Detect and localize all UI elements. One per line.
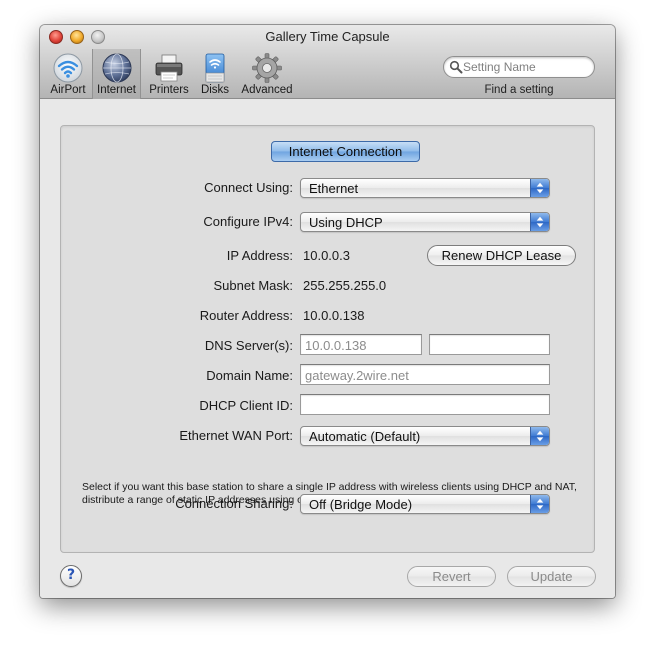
connection-sharing-value: Off (Bridge Mode) — [309, 497, 413, 512]
find-setting-caption: Find a setting — [484, 84, 554, 96]
domain-name-label: Domain Name: — [206, 368, 293, 383]
domain-name-input[interactable] — [301, 365, 549, 384]
renew-dhcp-lease-button[interactable]: Renew DHCP Lease — [427, 245, 576, 266]
connect-using-label: Connect Using: — [204, 180, 293, 195]
toolbar-item-disks[interactable]: Disks — [195, 49, 235, 99]
ip-address-value: 10.0.0.3 — [303, 248, 350, 263]
dns-server-primary-input[interactable] — [301, 335, 421, 354]
toolbar-item-advanced[interactable]: Advanced — [238, 49, 296, 99]
disk-icon — [205, 53, 225, 83]
gear-icon — [252, 53, 282, 83]
content-pane: Internet Connection Connect Using: Ether… — [40, 100, 615, 598]
connection-sharing-label: Connection Sharing: — [175, 496, 293, 511]
ethernet-wan-port-popup[interactable]: Automatic (Default) — [300, 426, 550, 446]
toolbar-label-advanced: Advanced — [241, 84, 293, 96]
setting-search-box[interactable] — [443, 56, 595, 78]
dhcp-client-id-input[interactable] — [301, 395, 549, 414]
ethernet-wan-port-label: Ethernet WAN Port: — [179, 428, 293, 443]
revert-button[interactable]: Revert — [407, 566, 496, 587]
airport-wifi-icon — [53, 53, 83, 83]
popup-arrows-icon — [530, 495, 549, 513]
toolbar-label-printers: Printers — [149, 84, 189, 96]
tab-internet-connection[interactable]: Internet Connection — [271, 141, 420, 162]
printer-icon — [155, 54, 183, 82]
ethernet-wan-port-value: Automatic (Default) — [309, 429, 421, 444]
toolbar-label-airport: AirPort — [50, 84, 86, 96]
connect-using-popup[interactable]: Ethernet — [300, 178, 550, 198]
setting-search-input[interactable] — [463, 59, 588, 75]
window-title: Gallery Time Capsule — [265, 29, 390, 44]
router-address-label: Router Address: — [199, 308, 293, 323]
configure-ipv4-label: Configure IPv4: — [203, 214, 293, 229]
preferences-window: Gallery Time Capsule AirPort Internet Pr… — [40, 25, 615, 598]
dns-servers-label: DNS Server(s): — [204, 338, 293, 353]
toolbar-item-airport[interactable]: AirPort — [45, 49, 91, 99]
update-button[interactable]: Update — [507, 566, 596, 587]
subnet-mask-value: 255.255.255.0 — [303, 278, 387, 293]
titlebar: Gallery Time Capsule AirPort Internet Pr… — [40, 25, 615, 99]
router-address-value: 10.0.0.138 — [303, 308, 365, 323]
internet-settings-group: Internet Connection Connect Using: Ether… — [60, 125, 595, 553]
search-icon — [449, 60, 463, 74]
domain-name-field[interactable] — [300, 364, 550, 385]
toolbar-label-internet: Internet — [97, 84, 136, 96]
dhcp-client-id-label: DHCP Client ID: — [199, 398, 293, 413]
toolbar-item-internet[interactable]: Internet — [92, 49, 141, 99]
subnet-mask-label: Subnet Mask: — [213, 278, 294, 293]
help-button[interactable]: ? — [60, 565, 82, 587]
popup-arrows-icon — [530, 427, 549, 445]
connection-sharing-popup[interactable]: Off (Bridge Mode) — [300, 494, 550, 514]
help-question-icon: ? — [66, 567, 76, 583]
configure-ipv4-value: Using DHCP — [309, 215, 383, 230]
popup-arrows-icon — [530, 213, 549, 231]
internet-globe-icon — [102, 53, 131, 83]
connect-using-value: Ethernet — [309, 181, 359, 196]
toolbar-label-disks: Disks — [200, 84, 230, 96]
dns-server-primary-field[interactable] — [300, 334, 422, 355]
ip-address-label: IP Address: — [226, 248, 293, 263]
dns-server-secondary-input[interactable] — [430, 335, 549, 354]
toolbar-item-printers[interactable]: Printers — [144, 49, 194, 99]
popup-arrows-icon — [530, 179, 549, 197]
dhcp-client-id-field[interactable] — [300, 394, 550, 415]
configure-ipv4-popup[interactable]: Using DHCP — [300, 212, 550, 232]
dns-server-secondary-field[interactable] — [429, 334, 550, 355]
